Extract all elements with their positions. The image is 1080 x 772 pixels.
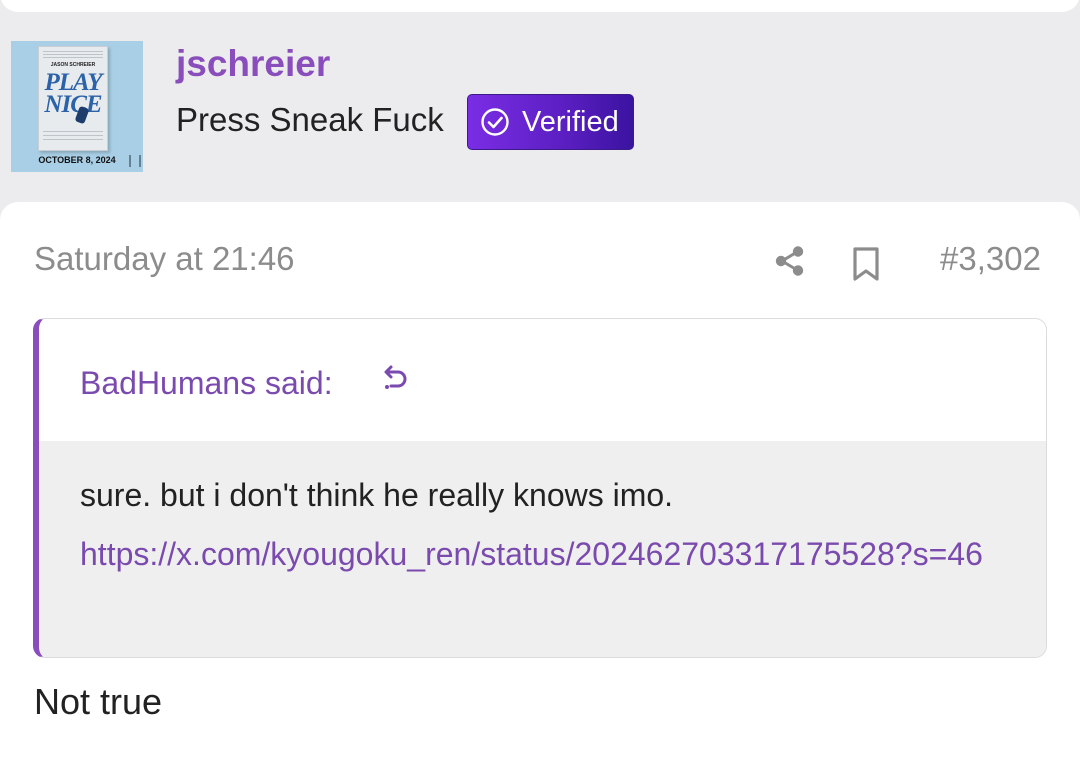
publisher-logo-icon (129, 155, 141, 167)
post-card: Saturday at 21:46 #3,302 BadHumans said:… (0, 202, 1080, 772)
verified-badge[interactable]: Verified (467, 94, 634, 150)
username-link[interactable]: jschreier (176, 45, 330, 82)
quote-jump-icon[interactable] (379, 363, 411, 395)
previous-post-card (0, 0, 1080, 12)
post-date[interactable]: Saturday at 21:46 (34, 242, 295, 275)
post-number-link[interactable]: #3,302 (940, 242, 1041, 275)
quote-header: BadHumans said: (39, 319, 1046, 441)
quote-block: BadHumans said: sure. but i don't think … (33, 318, 1047, 658)
avatar[interactable]: JASON SCHREIER PLAY NICE OCTOBER 8, 2024 (11, 41, 143, 172)
quote-body: sure. but i don't think he really knows … (39, 441, 1046, 657)
user-title: Press Sneak Fuck (176, 101, 444, 138)
verified-check-icon (481, 108, 509, 136)
book-cover: JASON SCHREIER PLAY NICE (38, 46, 108, 151)
bookmark-icon[interactable] (850, 246, 882, 282)
post-body-text: Not true (34, 681, 163, 722)
share-icon[interactable] (772, 243, 808, 279)
verified-badge-label: Verified (522, 105, 619, 138)
avatar-book-title-2: NICE (44, 91, 102, 118)
quote-link[interactable]: https://x.com/kyougoku_ren/status/202462… (80, 529, 1010, 580)
avatar-book-author: JASON SCHREIER (50, 62, 96, 68)
quote-author-link[interactable]: BadHumans said: (80, 367, 333, 399)
user-header: JASON SCHREIER PLAY NICE OCTOBER 8, 2024… (0, 30, 1080, 202)
quote-text: sure. but i don't think he really knows … (80, 477, 674, 513)
avatar-date: OCTOBER 8, 2024 (38, 155, 116, 165)
